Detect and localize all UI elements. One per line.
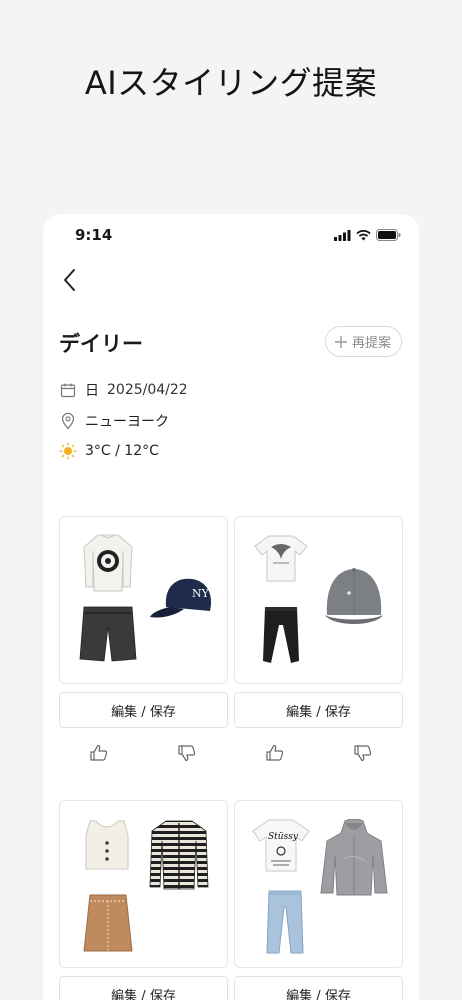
temperature-value: 3°C / 12°C (85, 443, 159, 459)
white-graphic-tee-image (254, 535, 308, 582)
thumbs-down-icon[interactable] (177, 743, 197, 763)
light-blue-jeans-image (266, 890, 304, 954)
white-sweater-image (83, 534, 133, 592)
svg-text:NY: NY (192, 587, 210, 600)
striped-cardigan-image (149, 820, 209, 890)
edit-save-button[interactable]: 編集 / 保存 (59, 692, 228, 728)
location-row: ニューヨーク (59, 411, 169, 431)
black-sweatpants-image (263, 607, 299, 663)
thumbs-down-icon[interactable] (353, 743, 373, 763)
gray-hoodie-image (320, 819, 388, 896)
signal-icon (334, 229, 351, 241)
gray-cap-image (325, 568, 383, 624)
outfit-card[interactable]: NY (59, 516, 228, 684)
date-value: 2025/04/22 (107, 382, 188, 398)
white-knit-vest-image (85, 820, 129, 870)
page-title: デイリー (59, 332, 143, 356)
edit-save-button[interactable]: 編集 / 保存 (59, 976, 228, 1000)
battery-icon (376, 229, 401, 241)
wifi-icon (356, 229, 371, 240)
date-prefix: 日 (85, 383, 99, 399)
weather-row: 3°C / 12°C (59, 442, 159, 460)
outfit-card[interactable] (234, 516, 403, 684)
chevron-left-icon (64, 269, 75, 291)
outfit-card[interactable]: Stüssy (234, 800, 403, 968)
phone-screen: 9:14 デイリー 再提案 日 2025/04/22 ニューヨーク 3°C / … (43, 214, 419, 1000)
navy-ny-cap-image: NY (150, 578, 212, 618)
re-suggest-button[interactable]: 再提案 (324, 326, 402, 357)
location-pin-icon (59, 412, 77, 430)
stussy-tee-image: Stüssy (252, 819, 310, 872)
back-button[interactable] (59, 266, 83, 294)
status-time: 9:14 (75, 226, 113, 244)
status-icons (334, 229, 401, 241)
black-shorts-image (79, 606, 137, 662)
svg-text:Stüssy: Stüssy (268, 832, 299, 842)
calendar-icon (59, 381, 77, 399)
location-value: ニューヨーク (85, 414, 169, 430)
edit-save-button[interactable]: 編集 / 保存 (234, 692, 403, 728)
status-bar: 9:14 (43, 226, 419, 246)
re-suggest-label: 再提案 (351, 336, 391, 351)
date-row: 日 2025/04/22 (59, 380, 188, 400)
outfit-card[interactable] (59, 800, 228, 968)
brown-skirt-image (83, 894, 133, 952)
sun-icon (59, 442, 77, 460)
edit-save-button[interactable]: 編集 / 保存 (234, 976, 403, 1000)
plus-icon (334, 335, 347, 348)
thumbs-up-icon[interactable] (89, 743, 109, 763)
promo-headline: AIスタイリング提案 (84, 64, 378, 102)
thumbs-up-icon[interactable] (265, 743, 285, 763)
